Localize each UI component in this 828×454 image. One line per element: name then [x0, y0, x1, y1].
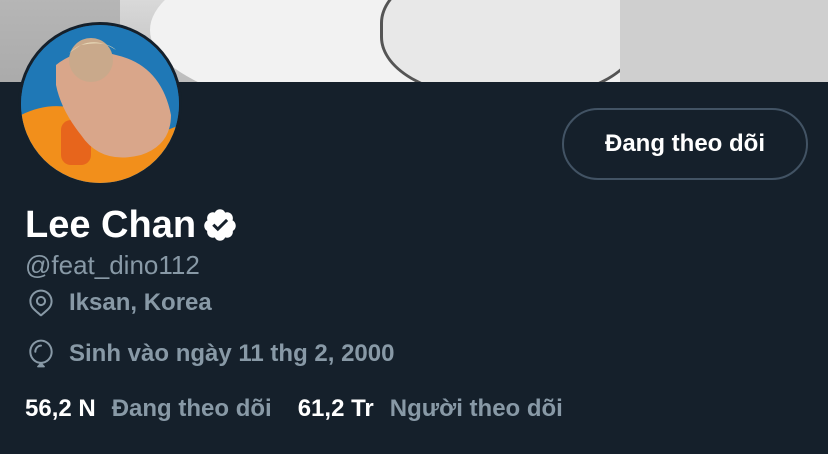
followers-label[interactable]: Người theo dõi — [390, 395, 563, 423]
username-handle: @feat_dino112 — [25, 250, 200, 280]
following-button[interactable]: Đang theo dõi — [562, 108, 808, 180]
location-pin-icon — [25, 287, 57, 319]
location-row: Iksan, Korea — [25, 287, 212, 319]
birthday-text: Sinh vào ngày 11 thg 2, 2000 — [69, 340, 395, 367]
followers-count[interactable]: 61,2 Tr — [298, 395, 374, 423]
birthday-row: Sinh vào ngày 11 thg 2, 2000 — [25, 338, 394, 370]
following-count[interactable]: 56,2 N — [25, 395, 96, 423]
avatar[interactable] — [18, 22, 182, 186]
balloon-icon — [25, 338, 57, 370]
following-label[interactable]: Đang theo dõi — [112, 395, 272, 423]
follow-stats: 56,2 N Đang theo dõi 61,2 Tr Người theo … — [25, 395, 563, 423]
name-row: Lee Chan — [25, 200, 238, 250]
verified-badge-icon — [202, 207, 238, 243]
location-text: Iksan, Korea — [69, 289, 212, 316]
display-name: Lee Chan — [25, 203, 197, 246]
